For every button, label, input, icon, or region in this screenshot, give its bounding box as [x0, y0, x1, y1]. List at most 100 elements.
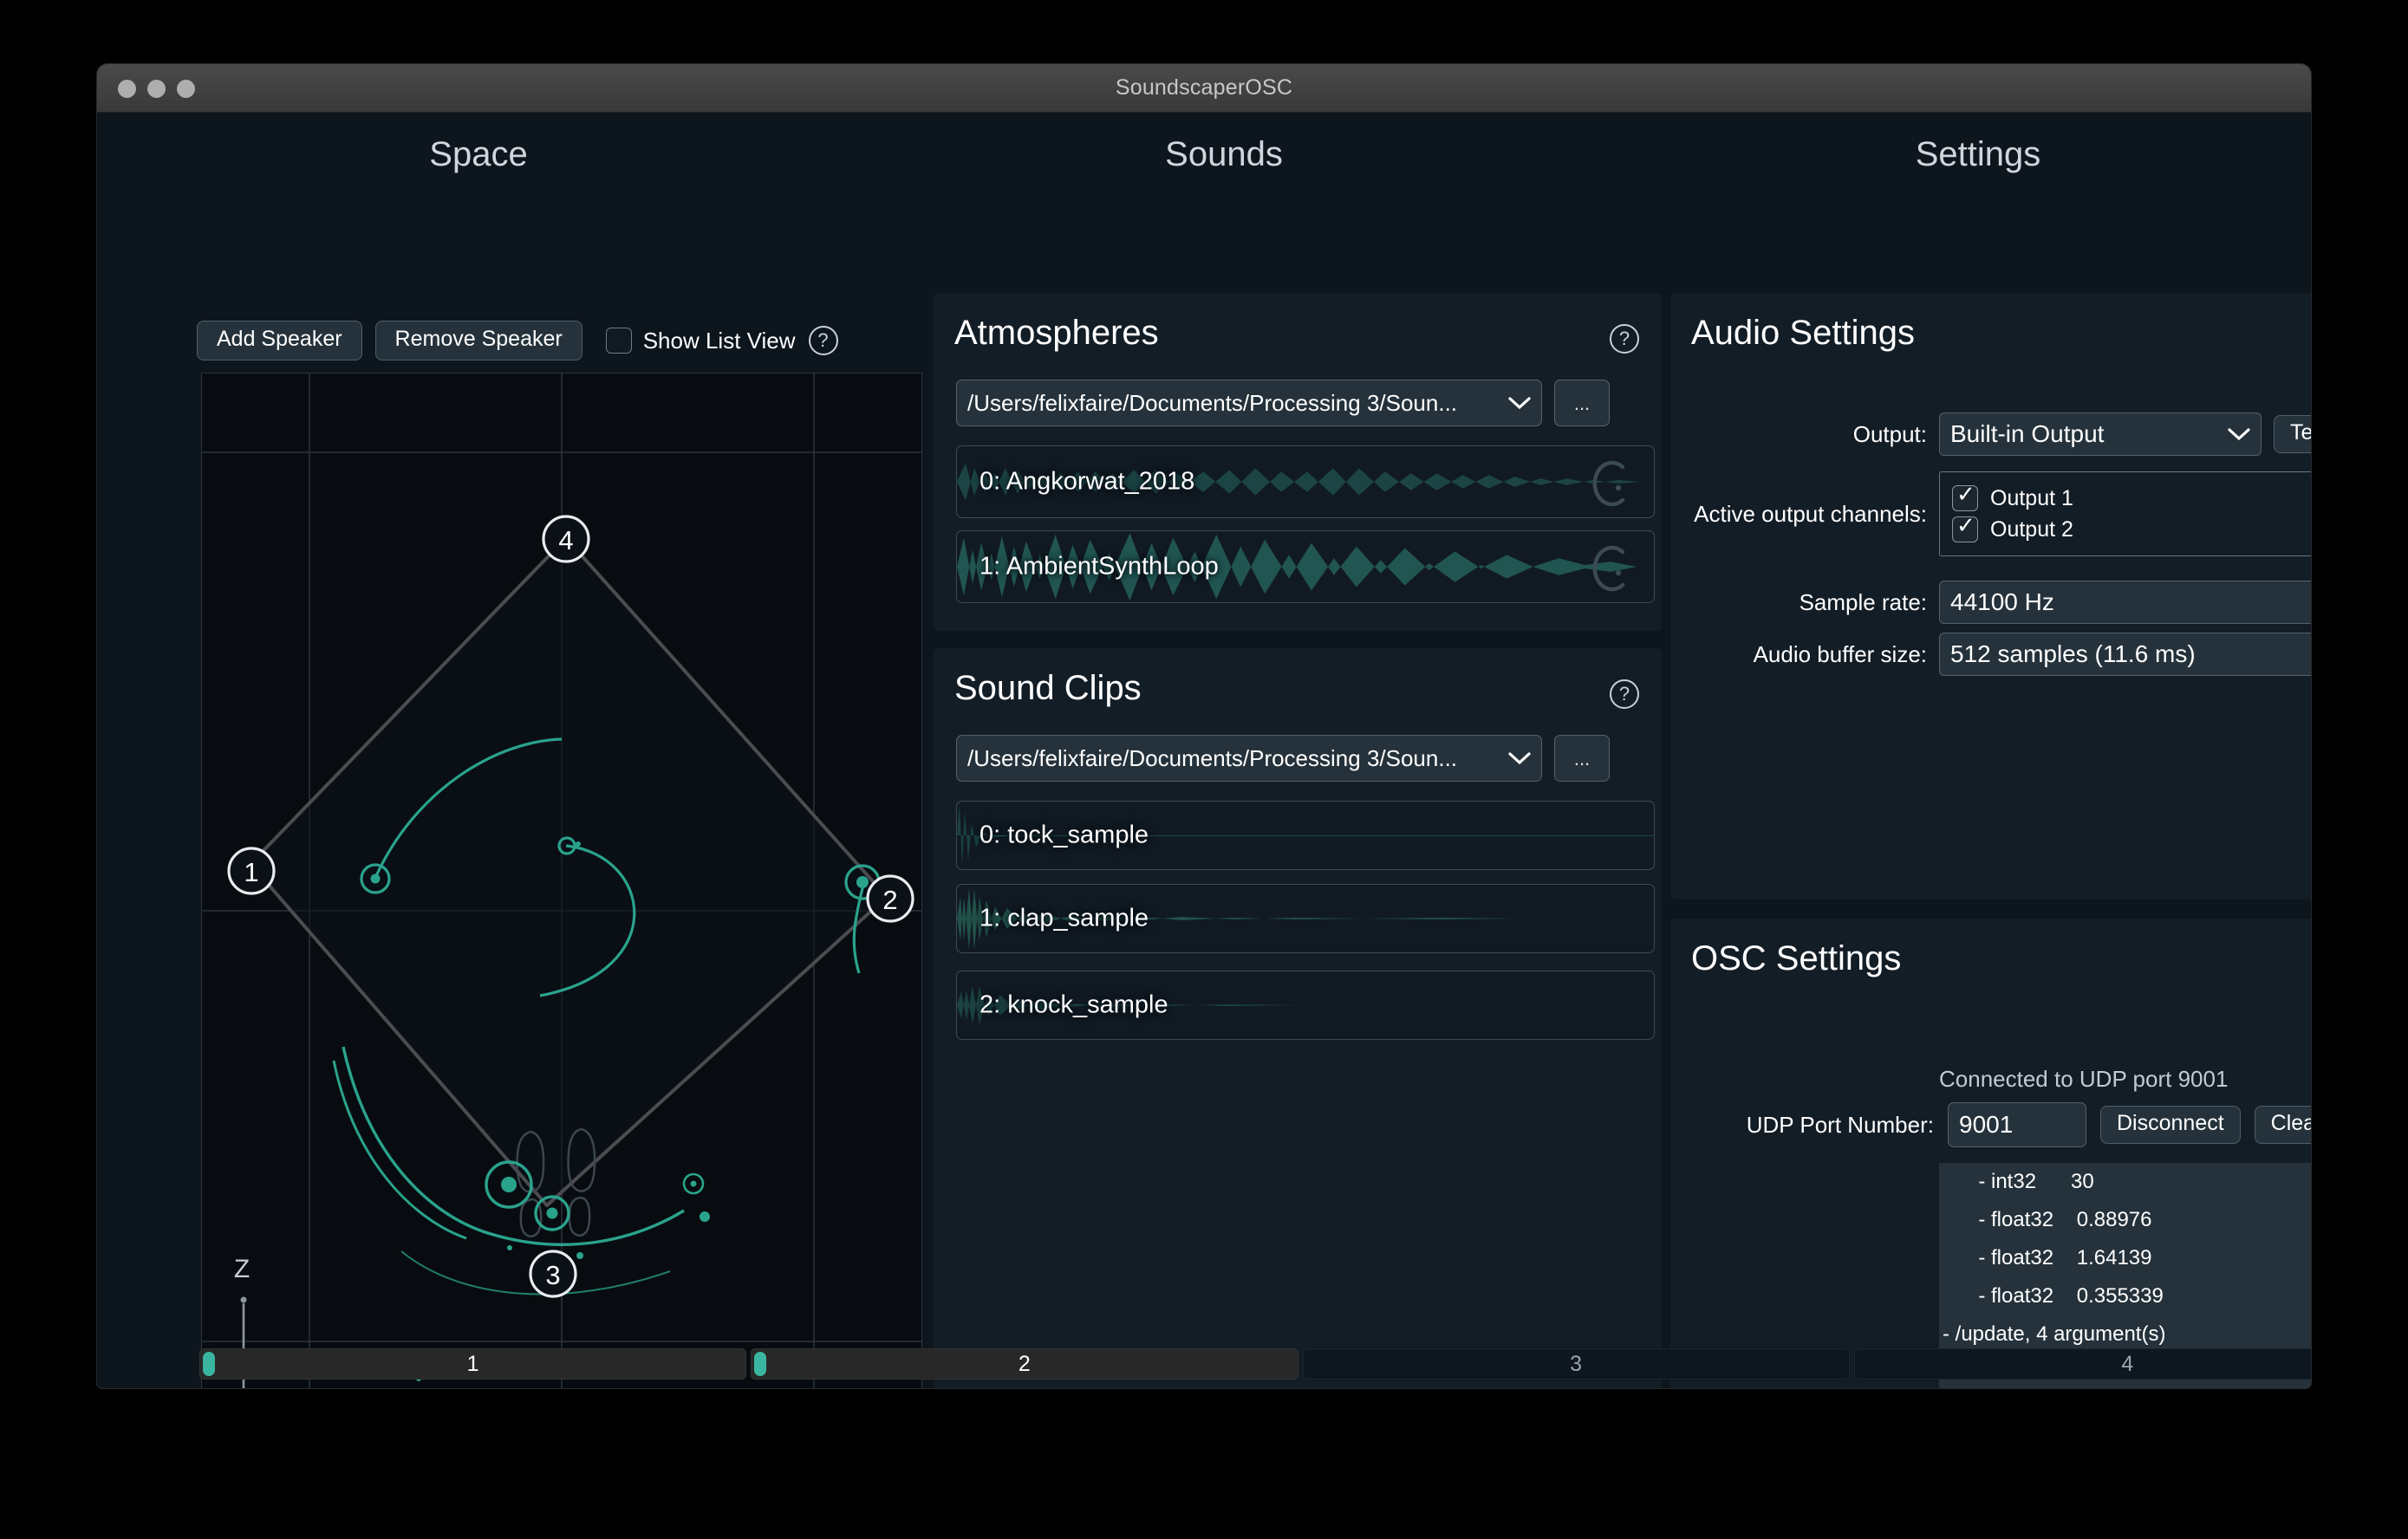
remove-speaker-button[interactable]: Remove Speaker	[374, 321, 582, 360]
active-channels-list: Output 1 Output 2	[1939, 471, 2311, 556]
sound-clips-path-row: /Users/felixfaire/Documents/Processing 3…	[956, 735, 1610, 782]
atmosphere-item[interactable]: 0: Angkorwat_2018	[956, 445, 1655, 518]
chevron-down-icon	[1508, 397, 1531, 410]
atmospheres-folder-path: /Users/felixfaire/Documents/Processing 3…	[967, 389, 1458, 416]
minimize-button[interactable]	[147, 80, 166, 98]
atmosphere-label: 0: Angkorwat_2018	[979, 467, 1195, 496]
chevron-down-icon	[1508, 752, 1531, 765]
space-toolbar: Add Speaker Remove Speaker Show List Vie…	[197, 321, 838, 360]
log-line: - float32 1.64139	[1967, 1246, 2152, 1270]
audio-settings-title: Audio Settings	[1691, 314, 1915, 352]
sound-clip-item[interactable]: 1: clap_sample	[956, 884, 1655, 953]
scene-tab-label: 1	[466, 1351, 479, 1376]
speaker-badge-1: 1	[227, 847, 276, 895]
audio-output-select[interactable]: Built-in Output	[1939, 412, 2262, 456]
axis-label-z: Z	[234, 1255, 250, 1283]
sound-clip-label: 1: clap_sample	[979, 904, 1149, 932]
sound-clips-browse-button[interactable]: ...	[1554, 735, 1610, 782]
atmospheres-title: Atmospheres	[954, 314, 1159, 352]
speaker-badge-4: 4	[542, 515, 590, 563]
scene-tab-bar: 1 2 3 4	[199, 1348, 2311, 1380]
atmosphere-label: 1: AmbientSynthLoop	[979, 552, 1219, 581]
buffer-size-value: 512 samples (11.6 ms)	[1950, 640, 2196, 667]
loop-icon[interactable]	[1590, 540, 1635, 594]
atmosphere-item[interactable]: 1: AmbientSynthLoop	[956, 530, 1655, 603]
sound-clip-item[interactable]: 0: tock_sample	[956, 801, 1655, 870]
show-list-view-checkbox[interactable]	[605, 328, 632, 354]
osc-clear-button[interactable]: Clear	[2254, 1106, 2311, 1144]
audio-test-button[interactable]: Test	[2274, 415, 2311, 453]
sound-clips-folder-select[interactable]: /Users/felixfaire/Documents/Processing 3…	[956, 735, 1542, 782]
speaker-badge-2: 2	[866, 874, 914, 923]
window-title: SoundscaperOSC	[1115, 75, 1293, 100]
space-canvas[interactable]: 1 2 3 4 Z	[202, 373, 921, 1388]
column-header-settings: Settings	[1915, 135, 2041, 173]
channel-label: Output 2	[1990, 516, 2073, 542]
audio-output-value: Built-in Output	[1950, 420, 2105, 447]
sound-clips-title: Sound Clips	[954, 669, 1142, 707]
atmospheres-panel: Atmospheres ? /Users/felixfaire/Document…	[934, 293, 1662, 631]
buffer-size-row: Audio buffer size: 512 samples (11.6 ms)	[1688, 633, 2311, 676]
column-header-space: Space	[429, 135, 528, 173]
chevron-down-icon	[2228, 428, 2250, 441]
add-speaker-button[interactable]: Add Speaker	[197, 321, 362, 360]
channel-checkbox[interactable]	[1952, 481, 1978, 511]
atmospheres-help-icon[interactable]: ?	[1610, 324, 1639, 354]
sound-clip-item[interactable]: 2: knock_sample	[956, 971, 1655, 1040]
channel-item[interactable]: Output 1	[1952, 481, 2311, 511]
sound-clips-help-icon[interactable]: ?	[1610, 679, 1639, 709]
log-line: - float32 0.88976	[1967, 1208, 2152, 1231]
speaker-badge-3: 3	[529, 1250, 577, 1298]
app-window: SoundscaperOSC Space Sounds Settings Add…	[97, 64, 2311, 1388]
scene-tab-label: 2	[1018, 1351, 1031, 1376]
sound-clip-label: 2: knock_sample	[979, 990, 1168, 1019]
buffer-size-label: Audio buffer size:	[1753, 640, 1927, 667]
sound-clip-label: 0: tock_sample	[979, 821, 1149, 849]
buffer-size-select[interactable]: 512 samples (11.6 ms)	[1939, 633, 2311, 676]
show-list-view-label: Show List View	[642, 327, 796, 354]
atmospheres-browse-button[interactable]: ...	[1554, 380, 1610, 426]
app-body: Space Sounds Settings Add Speaker Remove…	[97, 113, 2311, 1388]
space-3d-view[interactable]: 1 2 3 4 Z	[201, 373, 922, 1388]
sample-rate-label: Sample rate:	[1799, 588, 1927, 615]
channel-item[interactable]: Output 2	[1952, 512, 2311, 542]
sample-rate-select[interactable]: 44100 Hz	[1939, 581, 2311, 624]
osc-port-label: UDP Port Number:	[1746, 1111, 1934, 1138]
close-button[interactable]	[118, 80, 136, 98]
maximize-button[interactable]	[177, 80, 195, 98]
svg-text:4: 4	[558, 525, 573, 555]
active-channels-label: Active output channels:	[1694, 500, 1927, 527]
window-titlebar: SoundscaperOSC	[97, 64, 2311, 113]
column-header-sounds: Sounds	[1165, 135, 1283, 173]
atmospheres-folder-select[interactable]: /Users/felixfaire/Documents/Processing 3…	[956, 380, 1542, 426]
scene-tab-4[interactable]: 4	[1853, 1348, 2311, 1380]
osc-settings-title: OSC Settings	[1691, 939, 1902, 977]
sample-rate-row: Sample rate: 44100 Hz	[1688, 581, 2311, 624]
scene-tab-indicator	[754, 1352, 767, 1376]
audio-output-label: Output:	[1852, 420, 1927, 447]
window-controls	[118, 80, 195, 98]
atmospheres-path-row: /Users/felixfaire/Documents/Processing 3…	[956, 380, 1610, 426]
channel-checkbox[interactable]	[1952, 512, 1978, 542]
scene-tab-indicator	[203, 1352, 215, 1376]
svg-text:1: 1	[244, 857, 258, 887]
scene-tab-label: 4	[2121, 1351, 2134, 1376]
audio-settings-panel: Audio Settings Output: Built-in Output T…	[1670, 293, 2311, 899]
loop-icon[interactable]	[1590, 455, 1635, 509]
osc-connection-status: Connected to UDP port 9001	[1939, 1066, 2229, 1092]
sound-clips-panel: Sound Clips ? /Users/felixfaire/Document…	[934, 648, 1662, 1388]
osc-settings-panel: OSC Settings Connected to UDP port 9001 …	[1670, 919, 2311, 1388]
log-line: - float32 0.355339	[1967, 1284, 2164, 1308]
scene-tab-1[interactable]: 1	[199, 1348, 747, 1380]
svg-text:3: 3	[545, 1260, 560, 1290]
show-list-view-toggle[interactable]: Show List View	[605, 327, 796, 354]
osc-port-input[interactable]: 9001	[1948, 1102, 2086, 1147]
audio-output-row: Output: Built-in Output Test	[1688, 412, 2311, 456]
space-help-icon[interactable]: ?	[808, 326, 838, 355]
osc-disconnect-button[interactable]: Disconnect	[2100, 1106, 2241, 1144]
scene-tab-2[interactable]: 2	[751, 1348, 1298, 1380]
sample-rate-value: 44100 Hz	[1950, 588, 2054, 615]
scene-tab-3[interactable]: 3	[1302, 1348, 1850, 1380]
sound-clips-folder-path: /Users/felixfaire/Documents/Processing 3…	[967, 744, 1458, 771]
log-line: - int32 30	[1967, 1170, 2094, 1193]
